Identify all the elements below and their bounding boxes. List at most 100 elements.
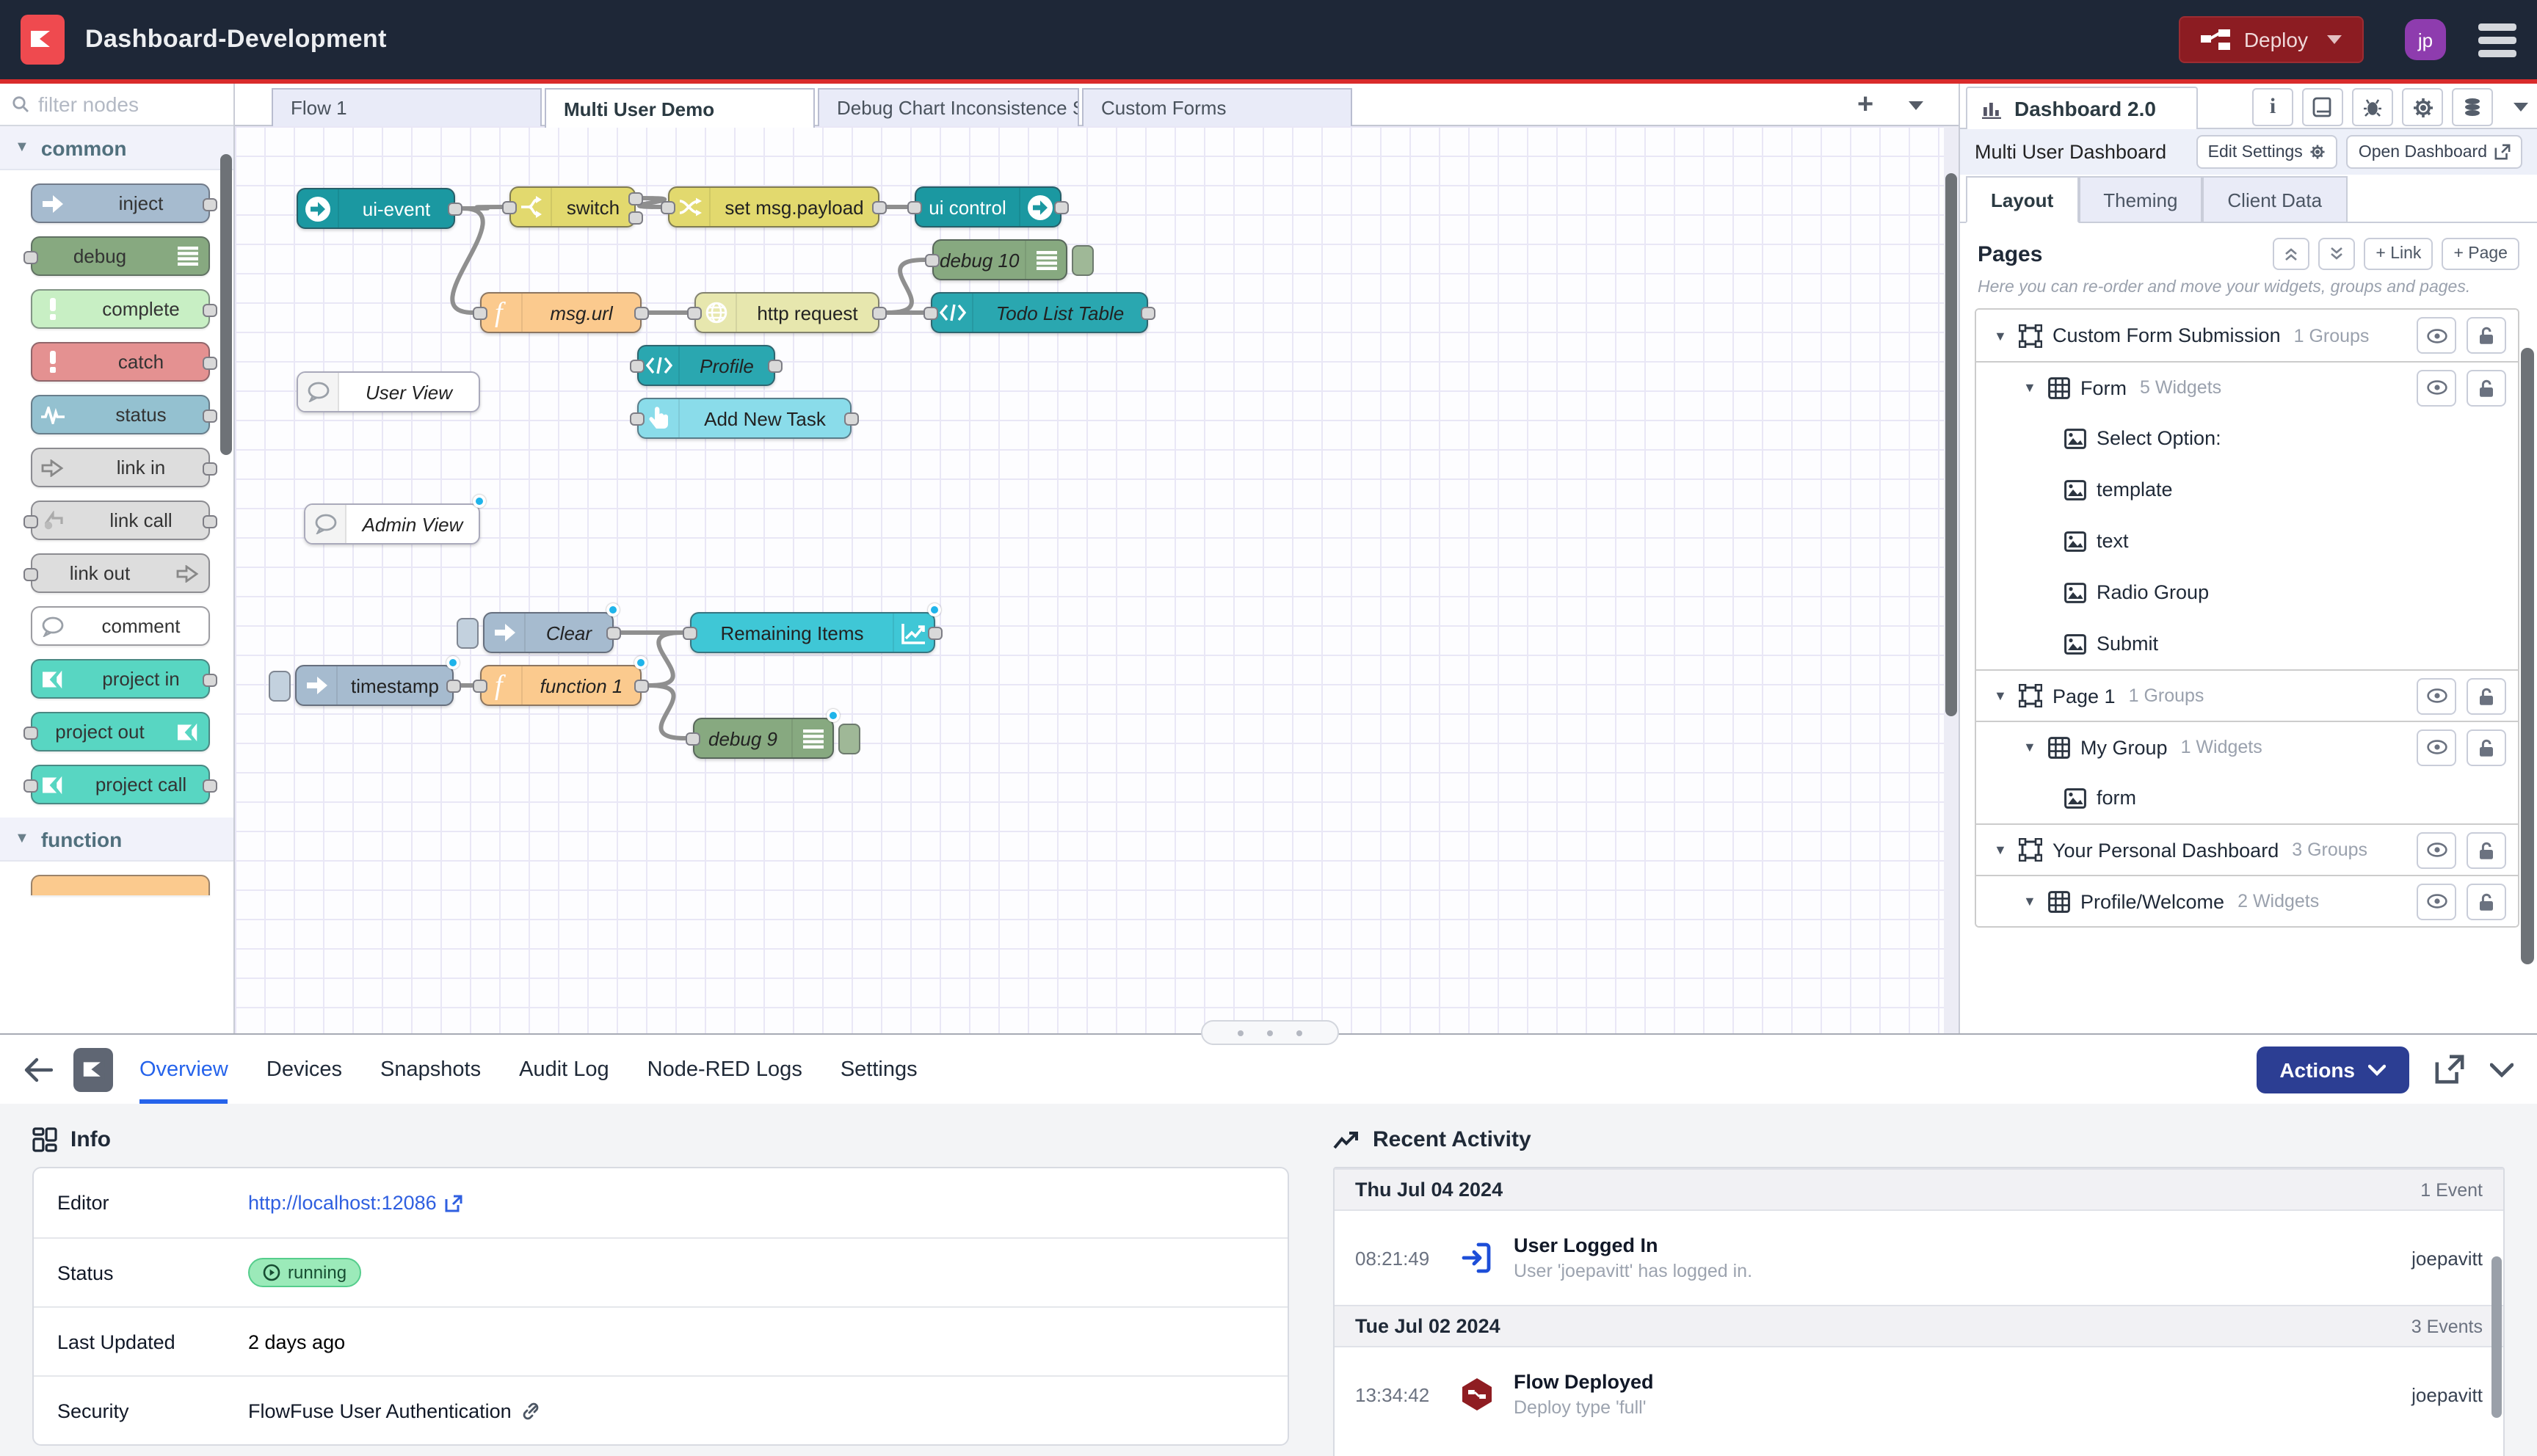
- input-port[interactable]: [630, 412, 645, 426]
- palette-node-comment[interactable]: comment: [31, 606, 210, 646]
- input-port[interactable]: [925, 254, 940, 267]
- output-port[interactable]: [928, 627, 943, 640]
- output-port[interactable]: [446, 680, 461, 693]
- palette-category-function[interactable]: ▼function: [0, 818, 233, 862]
- visibility-button[interactable]: [2417, 729, 2456, 765]
- output-port[interactable]: [203, 198, 217, 211]
- database-icon[interactable]: [2452, 88, 2493, 126]
- palette-node-link-in[interactable]: link in: [31, 448, 210, 487]
- output-port[interactable]: [872, 307, 887, 320]
- node-http-request[interactable]: http request: [694, 292, 879, 333]
- inject-button[interactable]: [269, 671, 291, 702]
- input-port[interactable]: [686, 732, 700, 746]
- open-editor-icon[interactable]: [2434, 1054, 2465, 1085]
- output-port[interactable]: [634, 680, 649, 693]
- flow-list-caret-icon[interactable]: [1909, 101, 1923, 110]
- node-user-view[interactable]: User View: [297, 371, 480, 412]
- input-port[interactable]: [473, 680, 487, 693]
- node-todo-list-table[interactable]: Todo List Table: [931, 292, 1148, 333]
- chevron-down-icon[interactable]: ▼: [2023, 380, 2038, 395]
- panel-resize-handle[interactable]: [1201, 1020, 1339, 1045]
- add-page-button[interactable]: + Page: [2442, 238, 2519, 270]
- sidebar-scrollbar[interactable]: [2521, 348, 2534, 964]
- tree-group-form[interactable]: ▼Form5 Widgets: [1976, 361, 2518, 412]
- tree-group-profile-welcome[interactable]: ▼Profile/Welcome2 Widgets: [1976, 875, 2518, 926]
- collapse-panel-icon[interactable]: [2490, 1062, 2514, 1077]
- output-port[interactable]: [844, 412, 859, 426]
- node-switch[interactable]: switch: [509, 186, 636, 228]
- output-port[interactable]: [1141, 307, 1155, 320]
- input-port[interactable]: [683, 627, 697, 640]
- edit-settings-button[interactable]: Edit Settings: [2196, 135, 2338, 169]
- palette-category-common[interactable]: ▼common: [0, 126, 233, 170]
- node-msg-url[interactable]: fmsg.url: [480, 292, 642, 333]
- avatar[interactable]: jp: [2405, 19, 2446, 60]
- input-port[interactable]: [687, 307, 702, 320]
- palette-node-link-call[interactable]: link call: [31, 500, 210, 540]
- node-ui-event[interactable]: ui-event: [297, 188, 455, 229]
- tree-widget-text[interactable]: text: [1976, 515, 2518, 567]
- input-port[interactable]: [923, 307, 938, 320]
- input-port[interactable]: [661, 201, 675, 214]
- output-port[interactable]: [203, 410, 217, 423]
- unlock-button[interactable]: [2467, 369, 2506, 406]
- node-set-msg-payload[interactable]: set msg.payload: [668, 186, 879, 228]
- output-port[interactable]: [203, 304, 217, 317]
- instance-tab-devices[interactable]: Devices: [266, 1035, 342, 1104]
- node-timestamp[interactable]: timestamp: [295, 665, 454, 706]
- input-port[interactable]: [23, 515, 38, 528]
- visibility-button[interactable]: [2417, 831, 2456, 868]
- palette-node-project-out[interactable]: project out: [31, 712, 210, 751]
- node-profile[interactable]: Profile: [637, 345, 775, 386]
- unlock-button[interactable]: [2467, 729, 2506, 765]
- flow-tab-multi-user-demo[interactable]: Multi User Demo: [545, 88, 815, 128]
- input-port[interactable]: [23, 568, 38, 581]
- tab-dashboard-2[interactable]: Dashboard 2.0: [1966, 87, 2198, 129]
- palette-scrollbar[interactable]: [220, 154, 232, 455]
- input-port[interactable]: [23, 779, 38, 793]
- tree-page-page-1[interactable]: ▼Page 11 Groups: [1976, 669, 2518, 721]
- visibility-button[interactable]: [2417, 369, 2456, 406]
- chevron-down-icon[interactable]: ▼: [2023, 894, 2038, 909]
- unlock-button[interactable]: [2467, 831, 2506, 868]
- tree-widget-submit[interactable]: Submit: [1976, 618, 2518, 669]
- palette-node-complete[interactable]: complete: [31, 289, 210, 329]
- main-menu-icon[interactable]: [2478, 23, 2516, 57]
- deploy-button[interactable]: Deploy: [2180, 16, 2364, 63]
- info-icon[interactable]: i: [2252, 88, 2293, 126]
- activity-scrollbar[interactable]: [2491, 1256, 2502, 1418]
- palette-node-debug[interactable]: debug: [31, 236, 210, 276]
- open-dashboard-button[interactable]: Open Dashboard: [2347, 135, 2522, 169]
- instance-tab-audit-log[interactable]: Audit Log: [519, 1035, 609, 1104]
- book-icon[interactable]: [2302, 88, 2343, 126]
- output-port[interactable]: [1054, 201, 1069, 214]
- output-port[interactable]: [768, 360, 783, 373]
- output-port[interactable]: [203, 515, 217, 528]
- tab-theming[interactable]: Theming: [2078, 176, 2202, 223]
- palette-node-status[interactable]: status: [31, 395, 210, 434]
- node-remaining-items[interactable]: Remaining Items: [690, 612, 935, 653]
- palette-node-catch[interactable]: catch: [31, 342, 210, 382]
- input-port[interactable]: [630, 360, 645, 373]
- unlock-button[interactable]: [2467, 317, 2506, 354]
- back-arrow-icon[interactable]: [23, 1056, 53, 1082]
- chevron-down-icon[interactable]: ▼: [1994, 328, 2008, 343]
- debug-toggle-button[interactable]: [1072, 245, 1094, 276]
- instance-tab-overview[interactable]: Overview: [139, 1035, 228, 1104]
- palette-node-inject[interactable]: inject: [31, 183, 210, 223]
- input-port[interactable]: [473, 307, 487, 320]
- chevron-down-icon[interactable]: ▼: [2023, 740, 2038, 754]
- chevron-down-icon[interactable]: ▼: [1994, 842, 2008, 857]
- input-port[interactable]: [23, 251, 38, 264]
- flow-tab-custom-forms[interactable]: Custom Forms: [1082, 88, 1352, 126]
- visibility-button[interactable]: [2417, 677, 2456, 714]
- node-ui-control[interactable]: ui control: [915, 186, 1061, 228]
- security-value[interactable]: FlowFuse User Authentication: [248, 1399, 541, 1422]
- tree-widget-radio-group[interactable]: Radio Group: [1976, 567, 2518, 618]
- output-port[interactable]: [203, 779, 217, 793]
- gear-icon[interactable]: [2402, 88, 2443, 126]
- move-down-button[interactable]: [2318, 238, 2355, 270]
- tree-page-your-personal-dashboard[interactable]: ▼Your Personal Dashboard3 Groups: [1976, 823, 2518, 875]
- tree-widget-select-option-[interactable]: Select Option:: [1976, 412, 2518, 464]
- node-function-1[interactable]: ffunction 1: [480, 665, 642, 706]
